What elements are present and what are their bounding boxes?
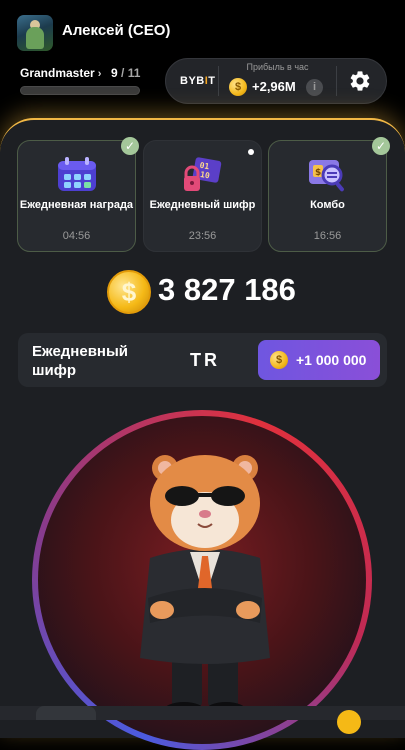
- cipher-lock-icon: 01 10: [184, 157, 222, 191]
- coin-balance: 3 827 186: [158, 272, 296, 307]
- cipher-code: TR: [190, 350, 220, 370]
- hamster-ceo-illustration[interactable]: [120, 448, 290, 720]
- exchange-logo[interactable]: BYBIT: [180, 75, 216, 87]
- combo-magnifier-icon: $: [309, 160, 344, 192]
- svg-text:10: 10: [199, 170, 210, 181]
- combo-card[interactable]: ✓ $ Комбо 16:56: [268, 137, 390, 252]
- daily-cipher-timer: 23:56: [188, 230, 217, 242]
- daily-cipher-label: Ежедневный шифр: [149, 199, 256, 211]
- cipher-bar-label: Ежедневный шифр: [32, 343, 129, 379]
- coin-icon: $: [229, 78, 247, 96]
- notification-dot: [248, 149, 254, 155]
- level-total: / 11: [121, 66, 141, 80]
- info-icon[interactable]: i: [306, 79, 323, 96]
- balance-coin-icon: $: [107, 270, 151, 314]
- cipher-reward-button[interactable]: $ +1 000 000: [258, 340, 380, 380]
- rank-link[interactable]: Grandmaster ›: [20, 66, 101, 80]
- daily-reward-label: Ежедневная награда: [19, 199, 134, 211]
- daily-reward-timer: 04:56: [62, 230, 91, 242]
- exchange-logo-post: T: [208, 75, 216, 87]
- svg-text:$: $: [315, 168, 321, 178]
- coin-icon: $: [270, 351, 288, 369]
- check-icon: ✓: [121, 137, 139, 155]
- divider: [336, 66, 337, 96]
- avatar-figure: [26, 27, 44, 49]
- cipher-reward-value: +1 000 000: [296, 352, 367, 368]
- rank-label: Grandmaster: [20, 66, 95, 80]
- chevron-right-icon: ›: [97, 68, 102, 80]
- level-current: 9: [111, 66, 118, 80]
- combo-label: Комбо: [310, 199, 345, 211]
- check-icon: ✓: [372, 137, 390, 155]
- profit-per-hour-label: Прибыль в час: [246, 62, 309, 72]
- level-progress-bar: [20, 86, 140, 95]
- nav-item-exchange[interactable]: [36, 706, 96, 720]
- daily-reward-card[interactable]: ✓ Ежедневная награда 04:56: [17, 137, 139, 252]
- daily-cipher-card[interactable]: 01 10 Ежедневный шифр 23:56: [143, 140, 262, 252]
- nav-airdrop-coin-icon[interactable]: [337, 710, 361, 734]
- profit-per-hour-value: +2,96M: [252, 79, 296, 94]
- user-avatar[interactable]: [17, 15, 53, 51]
- exchange-logo-pre: BYB: [180, 75, 205, 87]
- level-indicator: 9 / 11: [111, 66, 140, 80]
- settings-gear-icon[interactable]: [348, 69, 372, 93]
- username: Алексей (CEO): [62, 22, 171, 39]
- calendar-icon: [58, 157, 96, 191]
- combo-timer: 16:56: [313, 230, 342, 242]
